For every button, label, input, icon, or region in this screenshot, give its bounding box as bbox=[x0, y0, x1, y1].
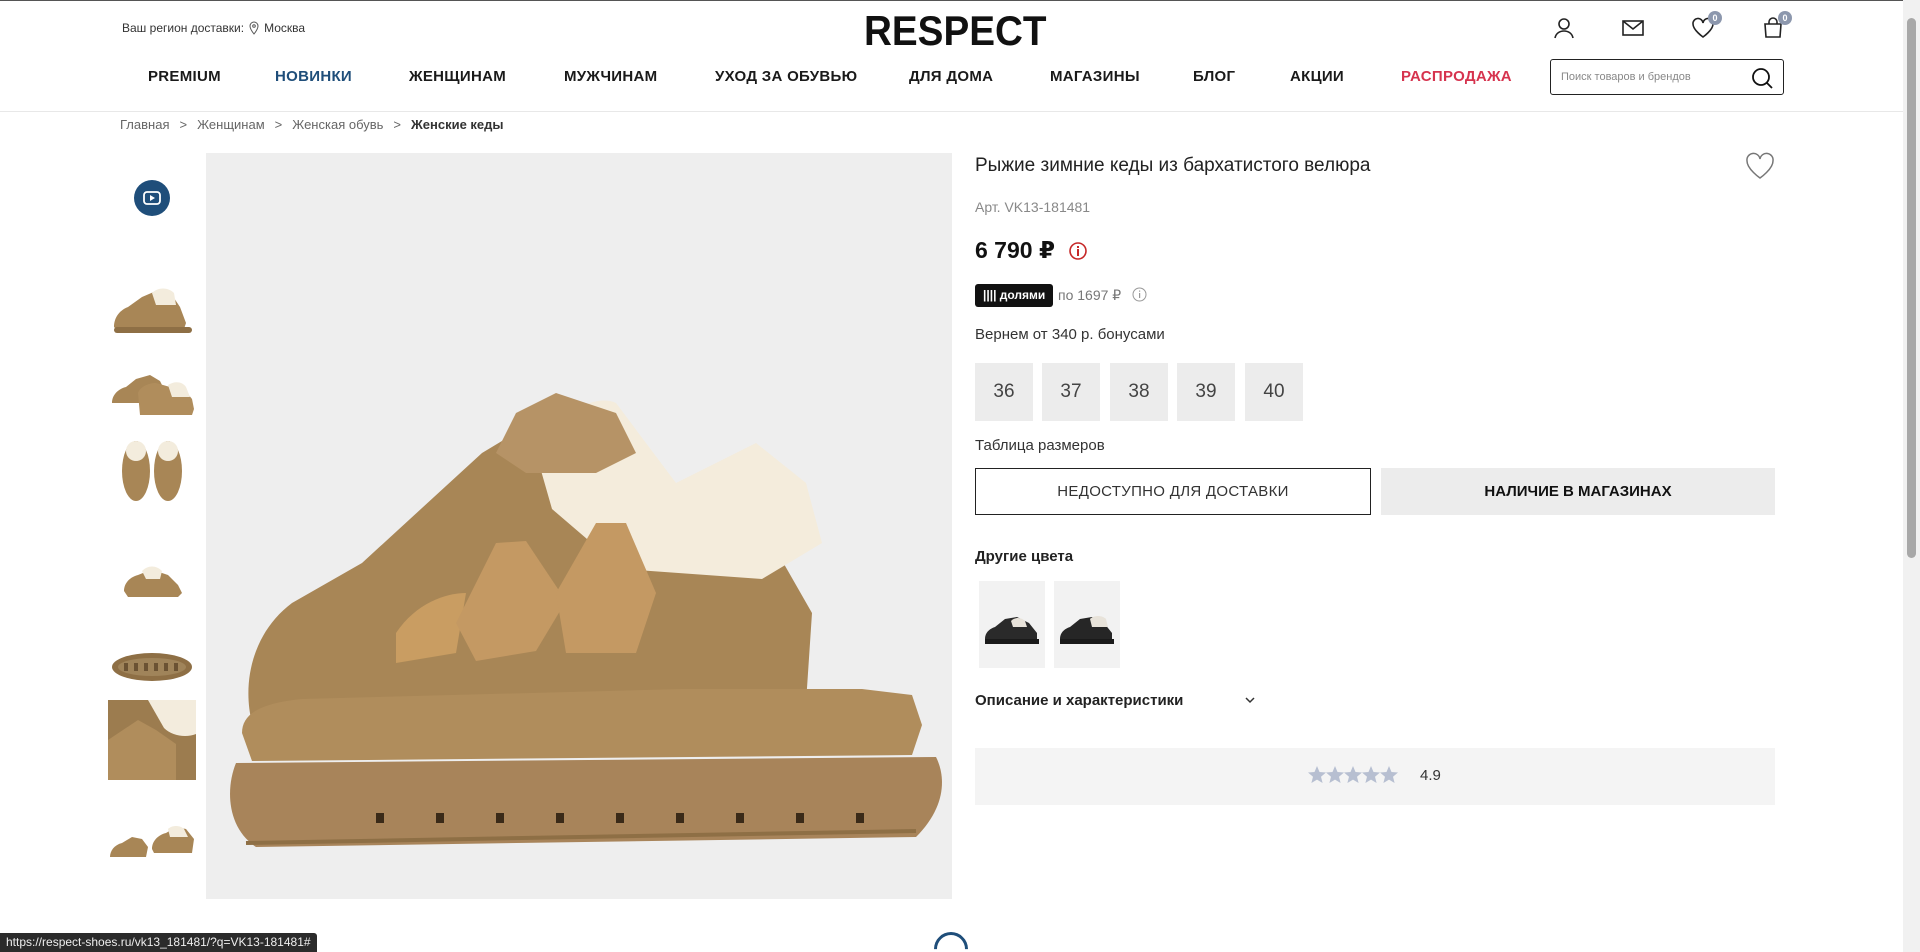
cart-count-badge: 0 bbox=[1778, 11, 1792, 25]
region-label: Ваш регион доставки: bbox=[122, 21, 245, 35]
nav-men[interactable]: МУЖЧИНАМ bbox=[564, 68, 657, 85]
product-article: Арт. VK13-181481 bbox=[975, 199, 1091, 215]
product-main-image[interactable] bbox=[206, 153, 952, 899]
mail-icon[interactable] bbox=[1620, 15, 1646, 41]
nav-premium[interactable]: PREMIUM bbox=[148, 68, 221, 85]
user-icon[interactable] bbox=[1551, 15, 1577, 41]
browser-status-url: https://respect-shoes.ru/vk13_181481/?q=… bbox=[0, 933, 317, 952]
dolyami-info-icon[interactable] bbox=[1132, 287, 1147, 302]
size-option-39[interactable]: 39 bbox=[1177, 363, 1235, 421]
scrollbar-thumb[interactable] bbox=[1907, 18, 1916, 558]
region-city[interactable]: Москва bbox=[264, 21, 305, 35]
nav-sale[interactable]: РАСПРОДАЖА bbox=[1401, 68, 1512, 85]
store-availability-button[interactable]: НАЛИЧИЕ В МАГАЗИНАХ bbox=[1381, 468, 1775, 515]
site-logo[interactable]: RESPECT bbox=[864, 7, 1047, 55]
breadcrumb-current: Женские кеды bbox=[411, 117, 504, 132]
other-colors-heading: Другие цвета bbox=[975, 548, 1074, 565]
nav-promotions[interactable]: АКЦИИ bbox=[1290, 68, 1344, 85]
breadcrumb-women[interactable]: Женщинам bbox=[197, 117, 265, 132]
rating-stars-icon bbox=[1308, 766, 1398, 783]
product-thumbnail[interactable] bbox=[108, 535, 196, 615]
bonus-text: Вернем от 340 р. бонусами bbox=[975, 326, 1165, 343]
rating-value: 4.9 bbox=[1420, 767, 1441, 784]
size-option-37[interactable]: 37 bbox=[1042, 363, 1100, 421]
product-thumbnail[interactable] bbox=[108, 797, 196, 877]
unavailable-for-delivery-button[interactable]: НЕДОСТУПНО ДЛЯ ДОСТАВКИ bbox=[975, 468, 1371, 515]
product-price: 6 790 ₽ bbox=[975, 237, 1055, 263]
favorites-count-badge: 0 bbox=[1708, 11, 1722, 25]
delivery-region[interactable]: Ваш регион доставки: Москва bbox=[122, 21, 305, 35]
size-option-40[interactable]: 40 bbox=[1245, 363, 1303, 421]
location-pin-icon bbox=[249, 21, 259, 35]
video-play-button[interactable] bbox=[134, 180, 170, 216]
nav-shoe-care[interactable]: УХОД ЗА ОБУВЬЮ bbox=[715, 68, 857, 85]
product-thumbnail[interactable] bbox=[108, 345, 196, 425]
nav-stores[interactable]: МАГАЗИНЫ bbox=[1050, 68, 1140, 85]
color-variant-black-1[interactable] bbox=[979, 581, 1045, 668]
size-table-link[interactable]: Таблица размеров bbox=[975, 437, 1105, 454]
product-thumbnail[interactable] bbox=[108, 265, 196, 345]
size-option-36[interactable]: 36 bbox=[975, 363, 1033, 421]
dolyami-badge[interactable]: |||| долями bbox=[975, 284, 1054, 307]
product-thumbnail[interactable] bbox=[108, 625, 196, 705]
nav-home[interactable]: ДЛЯ ДОМА bbox=[909, 68, 993, 85]
nav-new[interactable]: НОВИНКИ bbox=[275, 68, 352, 85]
product-title: Рыжие зимние кеды из бархатистого велюра bbox=[975, 155, 1371, 176]
product-thumbnail[interactable] bbox=[108, 700, 196, 780]
size-option-38[interactable]: 38 bbox=[1110, 363, 1168, 421]
favorites-button[interactable]: 0 bbox=[1690, 11, 1722, 41]
dolyami-installment-text: по 1697 ₽ bbox=[1058, 287, 1122, 303]
cart-button[interactable]: 0 bbox=[1760, 11, 1792, 41]
color-variant-black-2[interactable] bbox=[1054, 581, 1120, 668]
top-bar: Ваш регион доставки: Москва RESPECT 0 0 bbox=[0, 0, 1920, 56]
black-sneaker-thumbnail bbox=[1060, 616, 1114, 644]
play-icon bbox=[143, 191, 161, 205]
page-scrollbar[interactable] bbox=[1903, 0, 1920, 952]
breadcrumb-separator: > bbox=[179, 117, 188, 132]
add-to-favorites-heart-icon[interactable] bbox=[1745, 152, 1775, 180]
chevron-down-icon[interactable] bbox=[1244, 694, 1256, 706]
nav-blog[interactable]: БЛОГ bbox=[1193, 68, 1235, 85]
search-input[interactable]: Поиск товаров и брендов bbox=[1550, 59, 1784, 95]
nav-women[interactable]: ЖЕНЩИНАМ bbox=[409, 68, 506, 85]
main-navigation: PREMIUM НОВИНКИ ЖЕНЩИНАМ МУЖЧИНАМ УХОД З… bbox=[0, 56, 1920, 112]
breadcrumb-home[interactable]: Главная bbox=[120, 117, 169, 132]
description-accordion-toggle[interactable]: Описание и характеристики bbox=[975, 692, 1183, 709]
black-sneaker-thumbnail bbox=[985, 617, 1039, 644]
breadcrumb-womens-shoes[interactable]: Женская обувь bbox=[292, 117, 383, 132]
breadcrumb-separator: > bbox=[393, 117, 402, 132]
breadcrumb-separator: > bbox=[274, 117, 283, 132]
sneaker-illustration bbox=[230, 393, 942, 847]
product-thumbnail[interactable] bbox=[108, 425, 196, 505]
search-placeholder: Поиск товаров и брендов bbox=[1561, 71, 1691, 83]
loading-spinner bbox=[926, 924, 976, 952]
breadcrumb: Главная > Женщинам > Женская обувь > Жен… bbox=[120, 117, 504, 132]
price-info-icon[interactable] bbox=[1068, 241, 1088, 261]
search-icon[interactable] bbox=[1749, 65, 1775, 91]
